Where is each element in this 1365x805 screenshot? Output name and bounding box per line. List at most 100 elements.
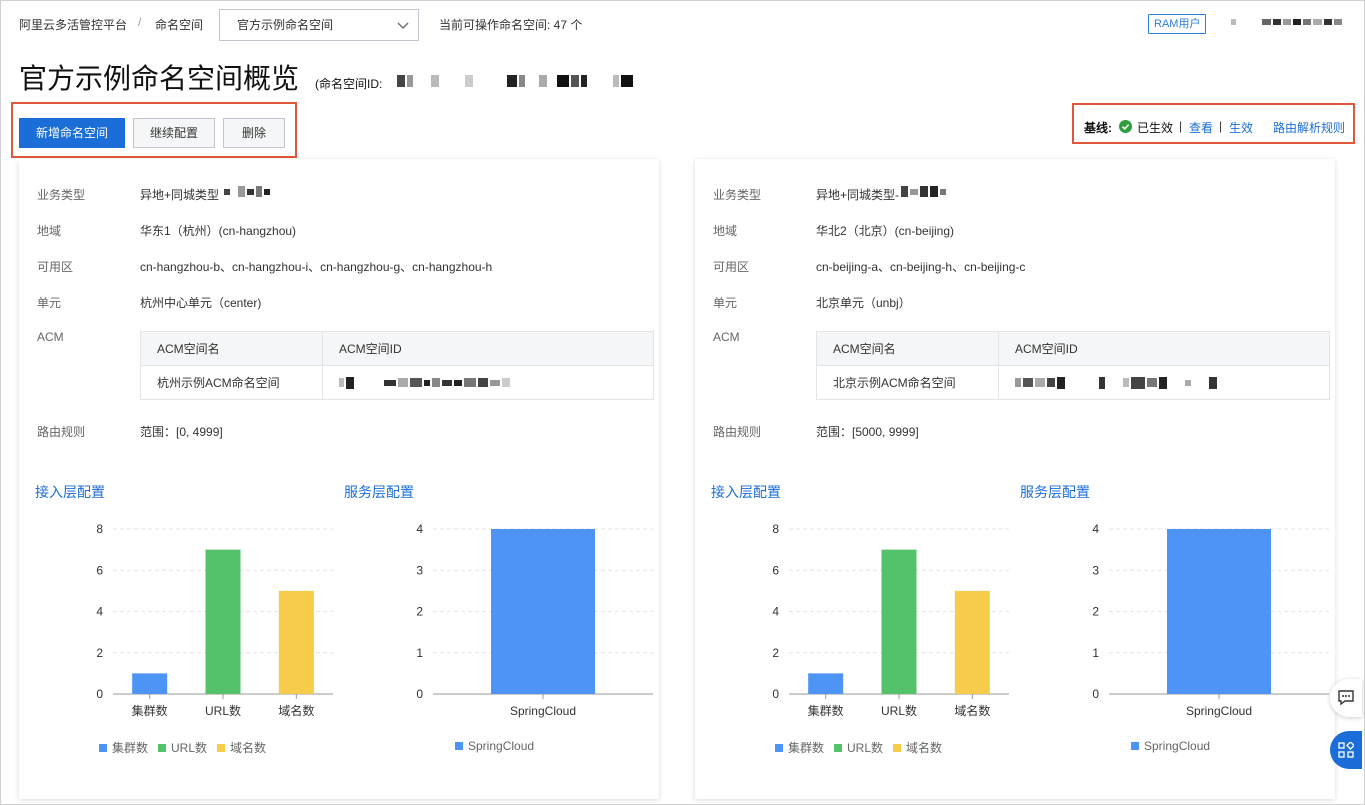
region-value: 华北2（北京）(cn-beijing) [816, 224, 955, 238]
legend-label: 域名数 [906, 741, 943, 755]
route-label: 路由规则 [37, 425, 86, 439]
legend-swatch [455, 742, 463, 750]
masked-acm-id [1015, 376, 1329, 389]
legend-item[interactable]: URL数 [834, 739, 883, 756]
x-tick-label: SpringCloud [1186, 704, 1252, 718]
y-tick-label: 2 [1092, 605, 1099, 619]
continue-config-button[interactable]: 继续配置 [133, 118, 215, 148]
y-tick-label: 4 [1092, 522, 1099, 536]
region-label: 地域 [713, 224, 738, 238]
legend-item[interactable]: 集群数 [99, 739, 148, 756]
biz-type-value: 异地+同城类型- [816, 188, 900, 202]
y-tick-label: 0 [416, 687, 423, 701]
legend-swatch [893, 743, 902, 752]
namespace-select[interactable]: 官方示例命名空间 [219, 9, 419, 41]
service-layer-legend: SpringCloud [455, 739, 534, 753]
unit-label: 单元 [713, 296, 738, 310]
acm-id-cell [322, 365, 654, 400]
y-tick-label: 0 [1092, 687, 1099, 701]
unit-card-beijing: 业务类型 异地+同城类型- 地域 华北2（北京）(cn-beijing) 可用区… [695, 159, 1335, 799]
legend-label: SpringCloud [1144, 739, 1211, 753]
biz-type-label: 业务类型 [37, 188, 86, 202]
region-label: 地域 [37, 224, 62, 238]
access-layer-link[interactable]: 接入层配置 [711, 482, 781, 502]
baseline-separator: | [1179, 119, 1183, 133]
acm-id-cell [998, 365, 1330, 400]
masked-username[interactable] [1231, 19, 1342, 25]
legend-item[interactable]: 集群数 [775, 739, 824, 756]
breadcrumb-separator: / [138, 15, 142, 29]
y-tick-label: 1 [1092, 646, 1099, 660]
legend-swatch [217, 743, 226, 752]
y-tick-label: 3 [416, 563, 423, 577]
add-namespace-button[interactable]: 新增命名空间 [19, 118, 125, 148]
x-tick-label: URL数 [205, 703, 241, 718]
y-tick-label: 4 [772, 605, 779, 619]
acm-name-header: ACM空间名 [140, 331, 323, 366]
namespace-select-value: 官方示例命名空间 [237, 18, 334, 32]
zone-label: 可用区 [713, 260, 750, 274]
legend-item[interactable]: 域名数 [893, 739, 942, 756]
chevron-down-icon [397, 22, 409, 29]
bar-SpringCloud [1167, 529, 1271, 694]
service-layer-link[interactable]: 服务层配置 [1020, 482, 1090, 502]
x-tick-label: 集群数 [132, 703, 168, 718]
namespace-count: 当前可操作命名空间: 47 个 [439, 18, 583, 32]
y-tick-label: 8 [96, 522, 103, 536]
masked-namespace-id [397, 75, 633, 87]
service-layer-chart: 0 1 2 3 4 SpringCloud [1092, 522, 1329, 718]
access-layer-chart: 0 2 4 6 8 集群数 URL数 域名数 [96, 522, 333, 718]
baseline-status: 已生效 [1137, 121, 1174, 135]
legend-swatch [158, 743, 167, 752]
legend-item[interactable]: 域名数 [217, 739, 266, 756]
legend-swatch [1131, 742, 1139, 750]
x-tick-label: 域名数 [278, 703, 314, 718]
unit-card-hangzhou: 业务类型 异地+同城类型 地域 华东1（杭州）(cn-hangzhou) 可用区… [19, 159, 659, 799]
legend-item[interactable]: SpringCloud [1131, 739, 1210, 753]
legend-item[interactable]: URL数 [158, 739, 207, 756]
chat-button[interactable] [1330, 679, 1362, 717]
unit-value: 北京单元（unbj） [816, 296, 911, 310]
apps-grid-icon [1338, 742, 1354, 758]
legend-label: 集群数 [788, 741, 825, 755]
bar-URL数 [205, 549, 241, 694]
breadcrumb-platform[interactable]: 阿里云多活管控平台 [19, 16, 127, 33]
access-layer-legend: 集群数 URL数 域名数 [775, 739, 942, 756]
bar-域名数 [278, 590, 314, 694]
y-tick-label: 2 [772, 646, 779, 660]
breadcrumb-namespace[interactable]: 命名空间 [155, 16, 203, 33]
legend-swatch [99, 743, 107, 752]
masked-acm-id [339, 376, 653, 389]
masked-biz-type [901, 186, 946, 197]
acm-name-header: ACM空间名 [816, 331, 999, 366]
legend-item[interactable]: SpringCloud [455, 739, 534, 753]
check-circle-icon [1119, 120, 1132, 133]
y-tick-label: 0 [772, 687, 779, 701]
chat-icon [1338, 690, 1354, 706]
route-label: 路由规则 [713, 425, 762, 439]
route-rules-link[interactable]: 路由解析规则 [1273, 119, 1345, 136]
baseline-label: 基线: [1084, 121, 1112, 135]
y-tick-label: 6 [772, 563, 779, 577]
baseline-apply-link[interactable]: 生效 [1229, 119, 1253, 136]
namespace-id-label: (命名空间ID: [315, 77, 383, 91]
acm-name-cell: 北京示例ACM命名空间 [816, 365, 999, 400]
y-tick-label: 1 [416, 646, 423, 660]
delete-button[interactable]: 删除 [223, 118, 285, 148]
top-bar: 阿里云多活管控平台 / 命名空间 官方示例命名空间 当前可操作命名空间: 47 … [1, 1, 1364, 47]
service-layer-link[interactable]: 服务层配置 [344, 482, 414, 502]
access-layer-link[interactable]: 接入层配置 [35, 482, 105, 502]
baseline-separator: | [1219, 119, 1223, 133]
bar-URL数 [881, 549, 917, 694]
baseline-view-link[interactable]: 查看 [1189, 119, 1213, 136]
service-layer-chart: 0 1 2 3 4 SpringCloud [416, 522, 653, 718]
acm-label: ACM [713, 330, 740, 344]
y-tick-label: 2 [96, 646, 103, 660]
apps-button[interactable] [1330, 731, 1362, 769]
acm-table: ACM空间名 ACM空间ID 北京示例ACM命名空间 [816, 331, 1330, 400]
zone-label: 可用区 [37, 260, 74, 274]
zone-value: cn-beijing-a、cn-beijing-h、cn-beijing-c [816, 260, 1026, 274]
zone-value: cn-hangzhou-b、cn-hangzhou-i、cn-hangzhou-… [140, 260, 493, 274]
legend-label: URL数 [847, 741, 884, 755]
acm-label: ACM [37, 330, 64, 344]
